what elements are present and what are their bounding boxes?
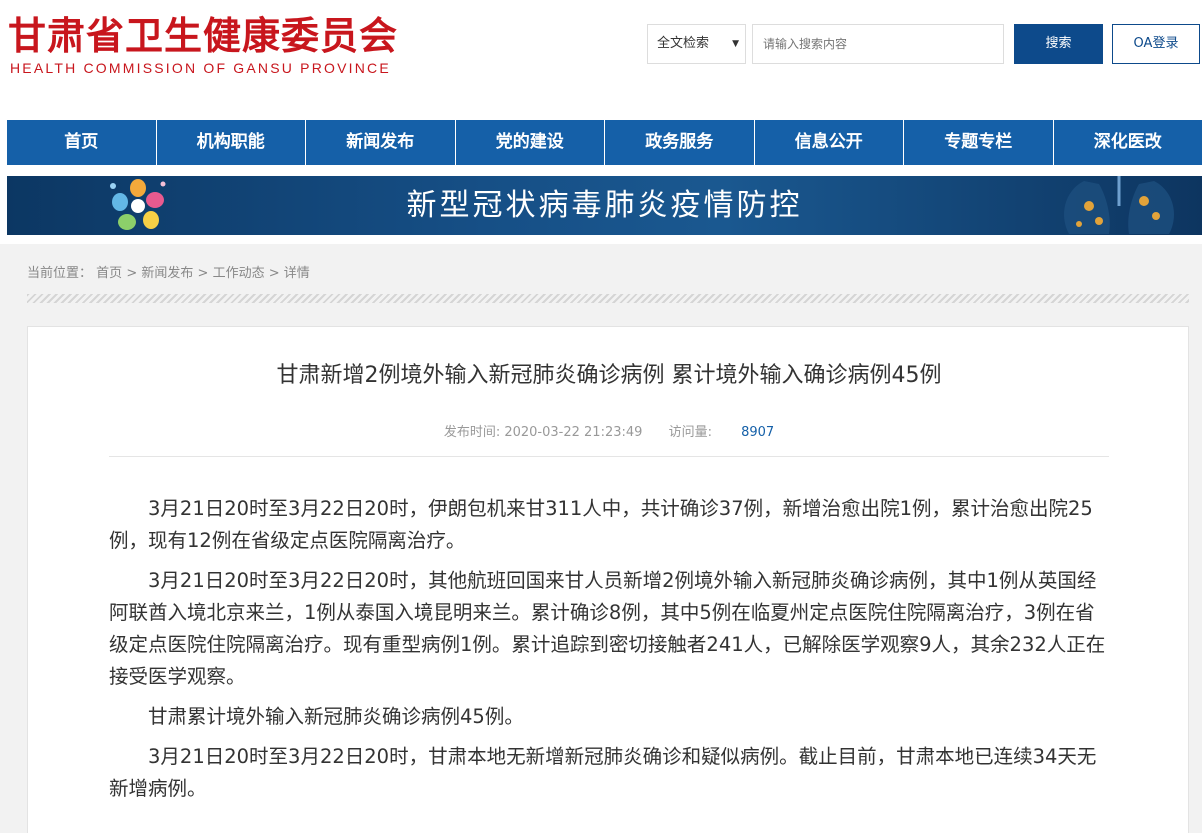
article-title: 甘肃新增2例境外输入新冠肺炎确诊病例 累计境外输入确诊病例45例 — [276, 363, 942, 388]
breadcrumb-home[interactable]: 首页 — [96, 266, 122, 281]
search-button[interactable]: 搜索 — [1014, 24, 1103, 64]
title-divider — [109, 456, 1109, 457]
breadcrumb-prefix: 当前位置： — [27, 266, 93, 281]
nav-item-news[interactable]: 新闻发布 — [306, 120, 456, 165]
nav-item-disclosure[interactable]: 信息公开 — [755, 120, 904, 165]
decorative-stripe — [27, 294, 1189, 303]
nav-item-party[interactable]: 党的建设 — [456, 120, 605, 165]
site-header: 甘肃省卫生健康委员会 HEALTH COMMISSION OF GANSU PR… — [0, 0, 1202, 120]
article-paragraph: 3月21日20时至3月22日20时，甘肃本地无新增新冠肺炎确诊和疑似病例。截止目… — [109, 745, 1097, 800]
search-scope-value: 全文检索 — [657, 36, 710, 51]
article-paragraph: 3月21日20时至3月22日20时，其他航班回国来甘人员新增2例境外输入新冠肺炎… — [109, 569, 1106, 688]
search-input[interactable] — [752, 24, 1004, 64]
nav-item-topics[interactable]: 专题专栏 — [904, 120, 1054, 165]
breadcrumb-news[interactable]: 新闻发布 — [141, 266, 193, 281]
main-nav: 首页 机构职能 新闻发布 党的建设 政务服务 信息公开 专题专栏 深化医改 — [7, 120, 1202, 165]
triangle-down-icon: ▼ — [732, 39, 739, 49]
search-scope-select[interactable]: 全文检索 ▼ — [647, 24, 746, 64]
breadcrumb-work-updates[interactable]: 工作动态 — [213, 266, 265, 281]
breadcrumb-current: 详情 — [283, 266, 310, 281]
views-count: 8907 — [741, 425, 775, 440]
views-label: 访问量: — [668, 425, 712, 440]
site-logo-english[interactable]: HEALTH COMMISSION OF GANSU PROVINCE — [10, 60, 391, 76]
banner-title: 新型冠状病毒肺炎疫情防控 — [406, 188, 803, 223]
breadcrumb: 当前位置： 首页 > 新闻发布 > 工作动态 > 详情 — [27, 262, 310, 281]
publish-time: 2020-03-22 21:23:49 — [504, 425, 643, 440]
breadcrumb-separator: > — [197, 266, 209, 281]
article-card: 甘肃新增2例境外输入新冠肺炎确诊病例 累计境外输入确诊病例45例 发布时间: 2… — [27, 326, 1189, 833]
breadcrumb-separator: > — [126, 266, 138, 281]
nav-item-services[interactable]: 政务服务 — [605, 120, 755, 165]
oa-login-button[interactable]: OA登录 — [1112, 24, 1200, 64]
publish-label: 发布时间: — [443, 425, 501, 440]
article-meta: 发布时间: 2020-03-22 21:23:49 访问量: 8907 — [28, 421, 1190, 440]
breadcrumb-separator: > — [268, 266, 280, 281]
nav-item-home[interactable]: 首页 — [7, 120, 157, 165]
article-paragraph: 3月21日20时至3月22日20时，伊朗包机来甘311人中，共计确诊37例，新增… — [109, 497, 1093, 552]
site-logo-chinese[interactable]: 甘肃省卫生健康委员会 — [8, 14, 398, 58]
nav-item-reform[interactable]: 深化医改 — [1054, 120, 1202, 165]
article-body: 3月21日20时至3月22日20时，伊朗包机来甘311人中，共计确诊37例，新增… — [109, 493, 1109, 813]
nav-item-functions[interactable]: 机构职能 — [157, 120, 306, 165]
lungs-virus-icon — [1064, 176, 1174, 234]
article-paragraph: 甘肃累计境外输入新冠肺炎确诊病例45例。 — [148, 705, 524, 728]
epidemic-banner[interactable]: 新型冠状病毒肺炎疫情防控 — [7, 176, 1202, 235]
